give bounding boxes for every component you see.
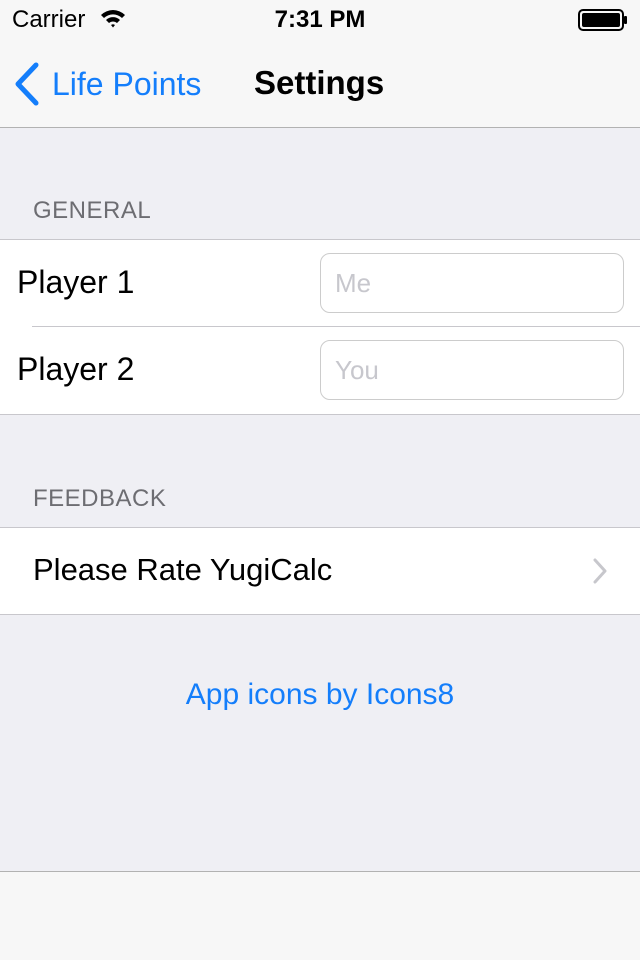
chevron-left-icon: [15, 62, 39, 106]
rate-app-label: Please Rate YugiCalc: [33, 552, 333, 587]
back-button[interactable]: Life Points: [12, 62, 201, 106]
player-1-label: Player 1: [17, 264, 135, 300]
navigation-bar: Life Points Settings: [0, 40, 640, 128]
player-2-name-input[interactable]: [320, 340, 624, 400]
battery-icon: [578, 9, 627, 31]
status-time: 7:31 PM: [274, 6, 366, 33]
feedback-group: Please Rate YugiCalc: [0, 527, 640, 615]
back-button-label: Life Points: [52, 65, 202, 102]
player-2-label: Player 2: [17, 351, 135, 387]
chevron-right-icon: [593, 558, 607, 584]
player-2-row: Player 2: [0, 327, 640, 414]
section-header-general: GENERAL: [33, 197, 152, 224]
bottom-toolbar: [0, 871, 640, 960]
icons8-credits-link[interactable]: App icons by Icons8: [0, 678, 640, 712]
status-bar: Carrier 7:31 PM: [0, 0, 640, 40]
page-title: Settings: [254, 64, 385, 101]
rate-app-row[interactable]: Please Rate YugiCalc: [0, 528, 640, 614]
player-1-row: Player 1: [0, 240, 640, 327]
section-header-feedback: FEEDBACK: [33, 485, 167, 512]
general-settings-group: Player 1 Player 2: [0, 239, 640, 415]
player-1-name-input[interactable]: [320, 253, 624, 313]
